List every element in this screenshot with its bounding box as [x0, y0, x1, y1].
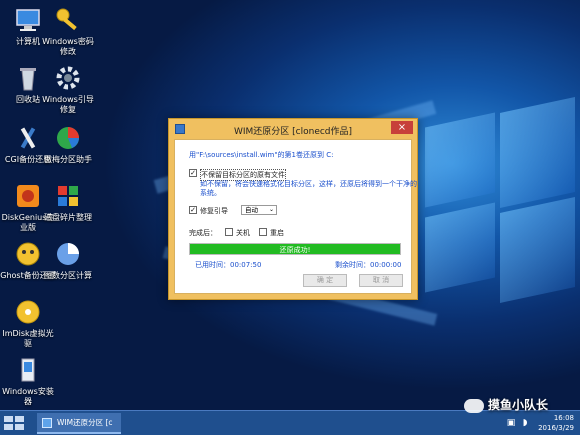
ok-button[interactable]: 确 定 — [303, 274, 347, 287]
clock-date: 2016/3/29 — [538, 424, 574, 432]
installer-icon — [21, 358, 35, 382]
taskbar-item-wim-restore[interactable]: WIM还原分区 [c — [37, 413, 121, 434]
app-icon — [42, 418, 52, 428]
disc-icon — [16, 300, 40, 324]
wallpaper-pane — [500, 97, 575, 208]
chevron-down-icon: ⌄ — [268, 206, 274, 213]
desktop-icon-label: ImDisk虚拟光驱 — [2, 329, 54, 348]
desktop-icon-label: Windows密码修改 — [42, 37, 94, 56]
recycle-bin-icon — [20, 68, 36, 91]
desktop-icon-imdisk[interactable]: ImDisk虚拟光驱 — [0, 298, 56, 349]
desktop-icon-label: 磁盘碎片整理 — [44, 213, 92, 222]
desktop-icon-boot-repair[interactable]: Windows引导修复 — [40, 64, 96, 115]
wallpaper-pane — [425, 202, 495, 293]
desktop-icon-installer[interactable]: Windows安装器 — [0, 356, 56, 407]
shutdown-label: 关机 — [236, 229, 250, 237]
pie-chart-icon — [57, 243, 79, 265]
gear-icon — [56, 66, 80, 90]
volume-icon[interactable]: ◗ — [520, 418, 530, 428]
network-icon[interactable]: ▣ — [506, 418, 516, 428]
restart-label: 重启 — [270, 229, 284, 237]
remaining-time: 剩余时间：00:00:00 — [335, 261, 402, 269]
source-line: 用"F:\sources\install.wim"的第1卷还原到 C: — [189, 151, 334, 159]
diskgenius-icon — [17, 185, 39, 207]
desktop-icon-label: 计算机 — [16, 37, 40, 46]
dialog-client: 用"F:\sources\install.wim"的第1卷还原到 C: ✓ 不保… — [174, 139, 417, 294]
desktop-icon-password[interactable]: Windows密码修改 — [40, 6, 96, 57]
keep-files-note-1: 如不保留，将会快速格式化目标分区，这样，还原后将得到一个干净的 — [200, 180, 417, 188]
progress-bar: 还原成功! — [189, 243, 401, 255]
tools-icon — [20, 127, 36, 149]
wechat-icon — [464, 398, 484, 413]
elapsed-time: 已用时间：00:07:50 — [195, 261, 262, 269]
dialog-title: WIM还原分区 [clonecd作品] — [233, 127, 353, 137]
taskbar: WIM还原分区 [c ▣ ◗ 16:08 2016/3/29 — [0, 410, 580, 435]
repair-boot-value: 自动 — [245, 206, 258, 214]
watermark-text: 摸鱼小队长 — [488, 398, 549, 412]
desktop-icon-label: 图数分区计算 — [44, 271, 92, 280]
progress-text: 还原成功! — [279, 246, 311, 254]
desktop: 计算机 Windows密码修改 回收站 Windows引导修复 CGI备份还原 … — [0, 0, 580, 410]
system-clock[interactable]: 16:08 2016/3/29 — [538, 413, 574, 433]
shutdown-checkbox[interactable] — [225, 228, 233, 236]
desktop-icon-aomei[interactable]: 傲梅分区助手 — [40, 124, 96, 165]
desktop-icon-defrag[interactable]: 磁盘碎片整理 — [40, 182, 96, 223]
desktop-icon-label: Windows安装器 — [2, 387, 54, 406]
close-button[interactable]: × — [391, 121, 413, 134]
repair-boot-label: 修复引导 — [200, 207, 228, 215]
desktop-icon-label: 傲梅分区助手 — [44, 155, 92, 164]
ghost-icon — [16, 242, 40, 266]
watermark: 摸鱼小队长 — [464, 396, 548, 413]
wallpaper-pane — [425, 112, 495, 208]
taskbar-item-label: WIM还原分区 [c — [57, 418, 113, 427]
keep-files-checkbox[interactable]: ✓ — [189, 169, 197, 177]
after-label: 完成后： — [189, 229, 217, 237]
dialog-titlebar[interactable]: WIM还原分区 [clonecd作品] × — [169, 119, 417, 139]
cancel-button[interactable]: 取 消 — [359, 274, 403, 287]
desktop-icon-label: 回收站 — [16, 95, 40, 104]
clock-time: 16:08 — [553, 414, 574, 422]
key-icon — [56, 8, 77, 31]
repair-boot-checkbox[interactable]: ✓ — [189, 206, 197, 214]
defrag-blocks-icon — [58, 186, 78, 206]
desktop-icon-partition-calc[interactable]: 图数分区计算 — [40, 240, 96, 281]
wallpaper-pane — [500, 197, 575, 303]
repair-boot-select[interactable]: 自动 ⌄ — [241, 205, 277, 215]
start-button[interactable] — [4, 416, 26, 431]
partition-pie-icon — [57, 127, 79, 149]
desktop-icon-label: Windows引导修复 — [42, 95, 94, 114]
restart-checkbox[interactable] — [259, 228, 267, 236]
keep-files-note-2: 系统。 — [200, 189, 221, 197]
wim-restore-dialog: WIM还原分区 [clonecd作品] × 用"F:\sources\insta… — [168, 118, 418, 300]
computer-icon — [16, 9, 40, 31]
